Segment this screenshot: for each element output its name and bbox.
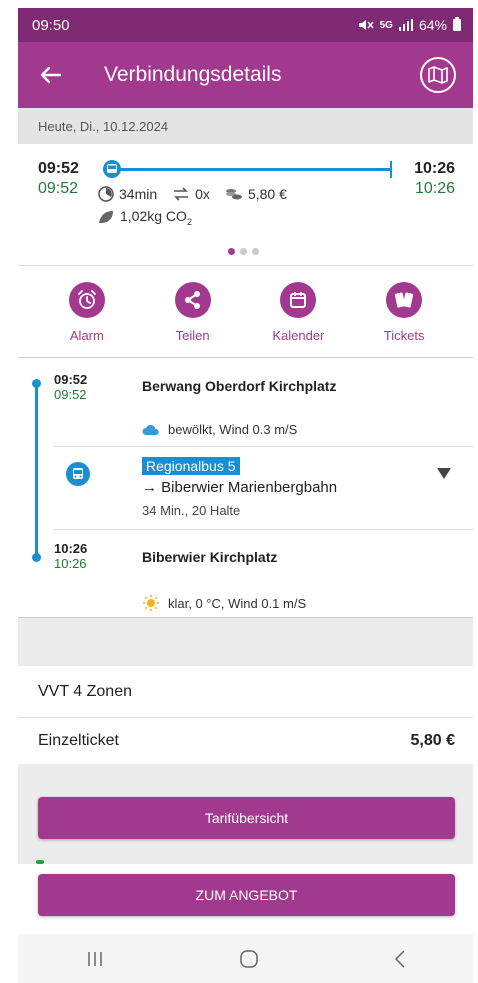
itinerary: 09:52 09:52 Berwang Oberdorf Kirchplatz …	[18, 358, 473, 618]
map-icon	[428, 66, 448, 84]
bottom-panel: ZUM ANGEBOT	[18, 864, 473, 934]
calendar-button[interactable]: Kalender	[253, 282, 343, 357]
map-button[interactable]	[420, 57, 456, 93]
sun-icon	[143, 595, 159, 611]
tickets-label: Tickets	[383, 328, 425, 343]
connection-summary[interactable]: 09:52 09:52 10:26 10:26 34min 0x 5,80 € …	[18, 144, 473, 266]
share-button[interactable]: Teilen	[148, 282, 238, 357]
date-bar: Heute, Di., 10.12.2024	[18, 108, 473, 144]
leg-direction: → Biberwier Marienbergbahn	[142, 479, 338, 496]
battery-icon	[453, 17, 461, 31]
co2-info: 1,02kg CO2	[98, 208, 192, 227]
tickets-icon	[386, 282, 423, 318]
page-title: Verbindungsdetails	[104, 63, 282, 86]
tariff-overview-button[interactable]: Tarifübersicht	[38, 797, 455, 839]
tariff-zone: VVT 4 Zonen	[18, 666, 473, 718]
origin-time-actual: 09:52	[54, 387, 87, 402]
arrow-left-icon	[40, 66, 61, 84]
itinerary-line	[35, 383, 38, 557]
page-dot[interactable]	[240, 248, 247, 255]
travel-date: Heute, Di., 10.12.2024	[38, 118, 169, 134]
section-gap	[18, 618, 473, 666]
arrival-time-planned: 10:26	[414, 160, 455, 177]
departure-time-planned: 09:52	[38, 160, 79, 177]
share-label: Teilen	[175, 328, 210, 343]
destination-weather: klar, 0 °C, Wind 0.1 m/S	[142, 594, 306, 612]
page-dot[interactable]	[252, 248, 259, 255]
bus-icon	[103, 160, 121, 178]
network-indicator: 5G	[379, 19, 393, 31]
transfer-icon	[174, 187, 189, 201]
destination-time-planned: 10:26	[54, 541, 88, 556]
app-bar: Verbindungsdetails	[18, 42, 473, 108]
system-nav-bar	[18, 934, 473, 983]
share-icon	[174, 282, 211, 318]
action-bar: Alarm Teilen Kalender Tickets	[18, 266, 473, 358]
cloud-icon	[142, 424, 159, 435]
page-indicator	[228, 248, 259, 255]
alarm-button[interactable]: Alarm	[42, 282, 132, 357]
trip-stats: 34min 0x 5,80 €	[98, 186, 287, 202]
calendar-label: Kalender	[272, 328, 325, 343]
offer-button[interactable]: ZUM ANGEBOT	[38, 874, 455, 916]
back-nav-icon[interactable]	[393, 949, 407, 969]
home-icon[interactable]	[238, 948, 260, 970]
button-area: Tarifübersicht	[18, 764, 473, 864]
duration-value: 34min	[119, 186, 158, 202]
signal-icon	[398, 19, 413, 31]
origin-time-planned: 09:52	[54, 372, 88, 387]
destination-weather-text: klar, 0 °C, Wind 0.1 m/S	[168, 595, 307, 611]
destination-stop-name[interactable]: Biberwier Kirchplatz	[142, 549, 277, 565]
divider	[54, 446, 473, 447]
origin-stop-name[interactable]: Berwang Oberdorf Kirchplatz	[142, 378, 336, 394]
transfers-value: 0x	[195, 186, 210, 202]
route-end-marker	[390, 161, 392, 178]
origin-weather-text: bewölkt, Wind 0.3 m/S	[168, 422, 298, 437]
mute-icon	[358, 20, 374, 30]
calendar-icon	[280, 282, 317, 318]
price-value: 5,80 €	[247, 186, 287, 202]
status-time: 09:50	[32, 16, 70, 34]
line-badge: Regionalbus 5	[142, 457, 240, 475]
ticket-price: 5,80 €	[410, 732, 455, 749]
leg-info: 34 Min., 20 Halte	[142, 503, 241, 518]
back-button[interactable]	[18, 42, 82, 108]
arrival-time-actual: 10:26	[414, 180, 455, 197]
divider	[54, 529, 473, 530]
alarm-icon	[68, 282, 105, 318]
alarm-label: Alarm	[69, 328, 104, 343]
page-dot-active[interactable]	[228, 248, 235, 255]
recent-apps-icon[interactable]	[85, 950, 105, 968]
coins-icon	[225, 189, 242, 200]
ticket-name: Einzelticket	[38, 732, 119, 749]
expand-leg-button[interactable]	[437, 468, 451, 479]
tickets-button[interactable]: Tickets	[359, 282, 449, 357]
leaf-icon	[99, 211, 113, 224]
duration-icon	[98, 186, 114, 202]
ticket-row: Einzelticket 5,80 €	[18, 718, 473, 764]
destination-dot	[32, 553, 41, 562]
leg-bus-icon	[66, 462, 90, 486]
route-line	[114, 168, 390, 171]
origin-weather: bewölkt, Wind 0.3 m/S	[142, 422, 297, 437]
origin-dot	[32, 379, 41, 388]
status-bar: 09:50 5G 64%	[18, 8, 473, 42]
status-icons: 5G 64%	[358, 17, 461, 33]
battery-percent: 64%	[418, 17, 447, 33]
co2-value: 1,02kg CO2	[120, 208, 192, 227]
departure-time-actual: 09:52	[38, 180, 79, 197]
destination-time-actual: 10:26	[54, 556, 87, 571]
